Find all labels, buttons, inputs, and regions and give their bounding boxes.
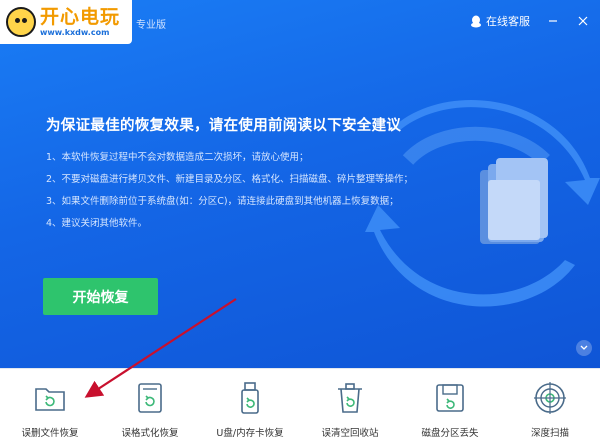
close-icon — [578, 16, 588, 26]
mode-formatted[interactable]: 误格式化恢复 — [102, 381, 198, 439]
start-recovery-button[interactable]: 开始恢复 — [43, 278, 158, 315]
online-service-label: 在线客服 — [486, 15, 530, 28]
mode-label: U盘/内存卡恢复 — [216, 428, 284, 439]
mode-lost-partition[interactable]: 磁盘分区丢失 — [402, 381, 498, 439]
online-service-button[interactable]: 在线客服 — [470, 13, 530, 29]
recycle-bin-icon — [338, 383, 362, 413]
watermark-url: www.kxdw.com — [40, 27, 110, 37]
minimize-icon — [549, 20, 557, 22]
mode-label: 磁盘分区丢失 — [421, 428, 479, 439]
mascot-icon — [6, 7, 36, 37]
mode-label: 深度扫描 — [530, 428, 569, 439]
chevron-down-icon — [580, 345, 588, 350]
penguin-icon — [471, 15, 481, 27]
minimize-button[interactable] — [546, 14, 560, 28]
usb-drive-icon — [241, 382, 259, 414]
mode-deleted-file[interactable]: 误删文件恢复 — [2, 381, 98, 439]
main-panel: 开心电玩 www.kxdw.com 专业版 在线客服 为保证最佳的恢复效果，请在… — [0, 0, 600, 368]
close-button[interactable] — [576, 14, 590, 28]
tip-item: 1、本软件恢复过程中不会对数据造成二次损坏，请放心使用； — [46, 152, 309, 163]
recovery-mode-bar: 误删文件恢复 误格式化恢复 U盘/内存卡恢复 误清空回收站 磁盘分区丢失 深度扫… — [0, 368, 600, 443]
mode-recycle-bin[interactable]: 误清空回收站 — [302, 381, 398, 439]
tip-item: 3、如果文件删除前位于系统盘(如：分区C)，请连接此硬盘到其他机器上恢复数据； — [46, 196, 399, 207]
watermark-logo: 开心电玩 www.kxdw.com — [0, 0, 132, 44]
mode-label: 误清空回收站 — [321, 428, 379, 439]
tip-item: 4、建议关闭其他软件。 — [46, 218, 148, 229]
safety-headline: 为保证最佳的恢复效果，请在使用前阅读以下安全建议 — [46, 118, 402, 134]
mode-label: 误删文件恢复 — [21, 428, 79, 439]
mode-label: 误格式化恢复 — [121, 428, 179, 439]
watermark-name: 开心电玩 — [40, 5, 121, 28]
mode-usb-card[interactable]: U盘/内存卡恢复 — [202, 381, 298, 439]
lost-partition-icon — [436, 384, 464, 412]
scroll-down-button[interactable] — [576, 340, 592, 356]
deleted-file-icon — [35, 388, 65, 411]
titlebar-controls: 在线客服 — [470, 0, 600, 42]
safety-tips-list: 1、本软件恢复过程中不会对数据造成二次损坏，请放心使用； 2、不要对磁盘进行拷贝… — [46, 152, 413, 240]
mode-deep-scan[interactable]: 深度扫描 — [502, 381, 598, 439]
tip-item: 2、不要对磁盘进行拷贝文件、新建目录及分区、格式化、扫描磁盘、碎片整理等操作； — [46, 174, 414, 185]
formatted-disk-icon — [138, 383, 162, 413]
edition-label: 专业版 — [136, 20, 166, 31]
deep-scan-icon — [534, 382, 566, 414]
